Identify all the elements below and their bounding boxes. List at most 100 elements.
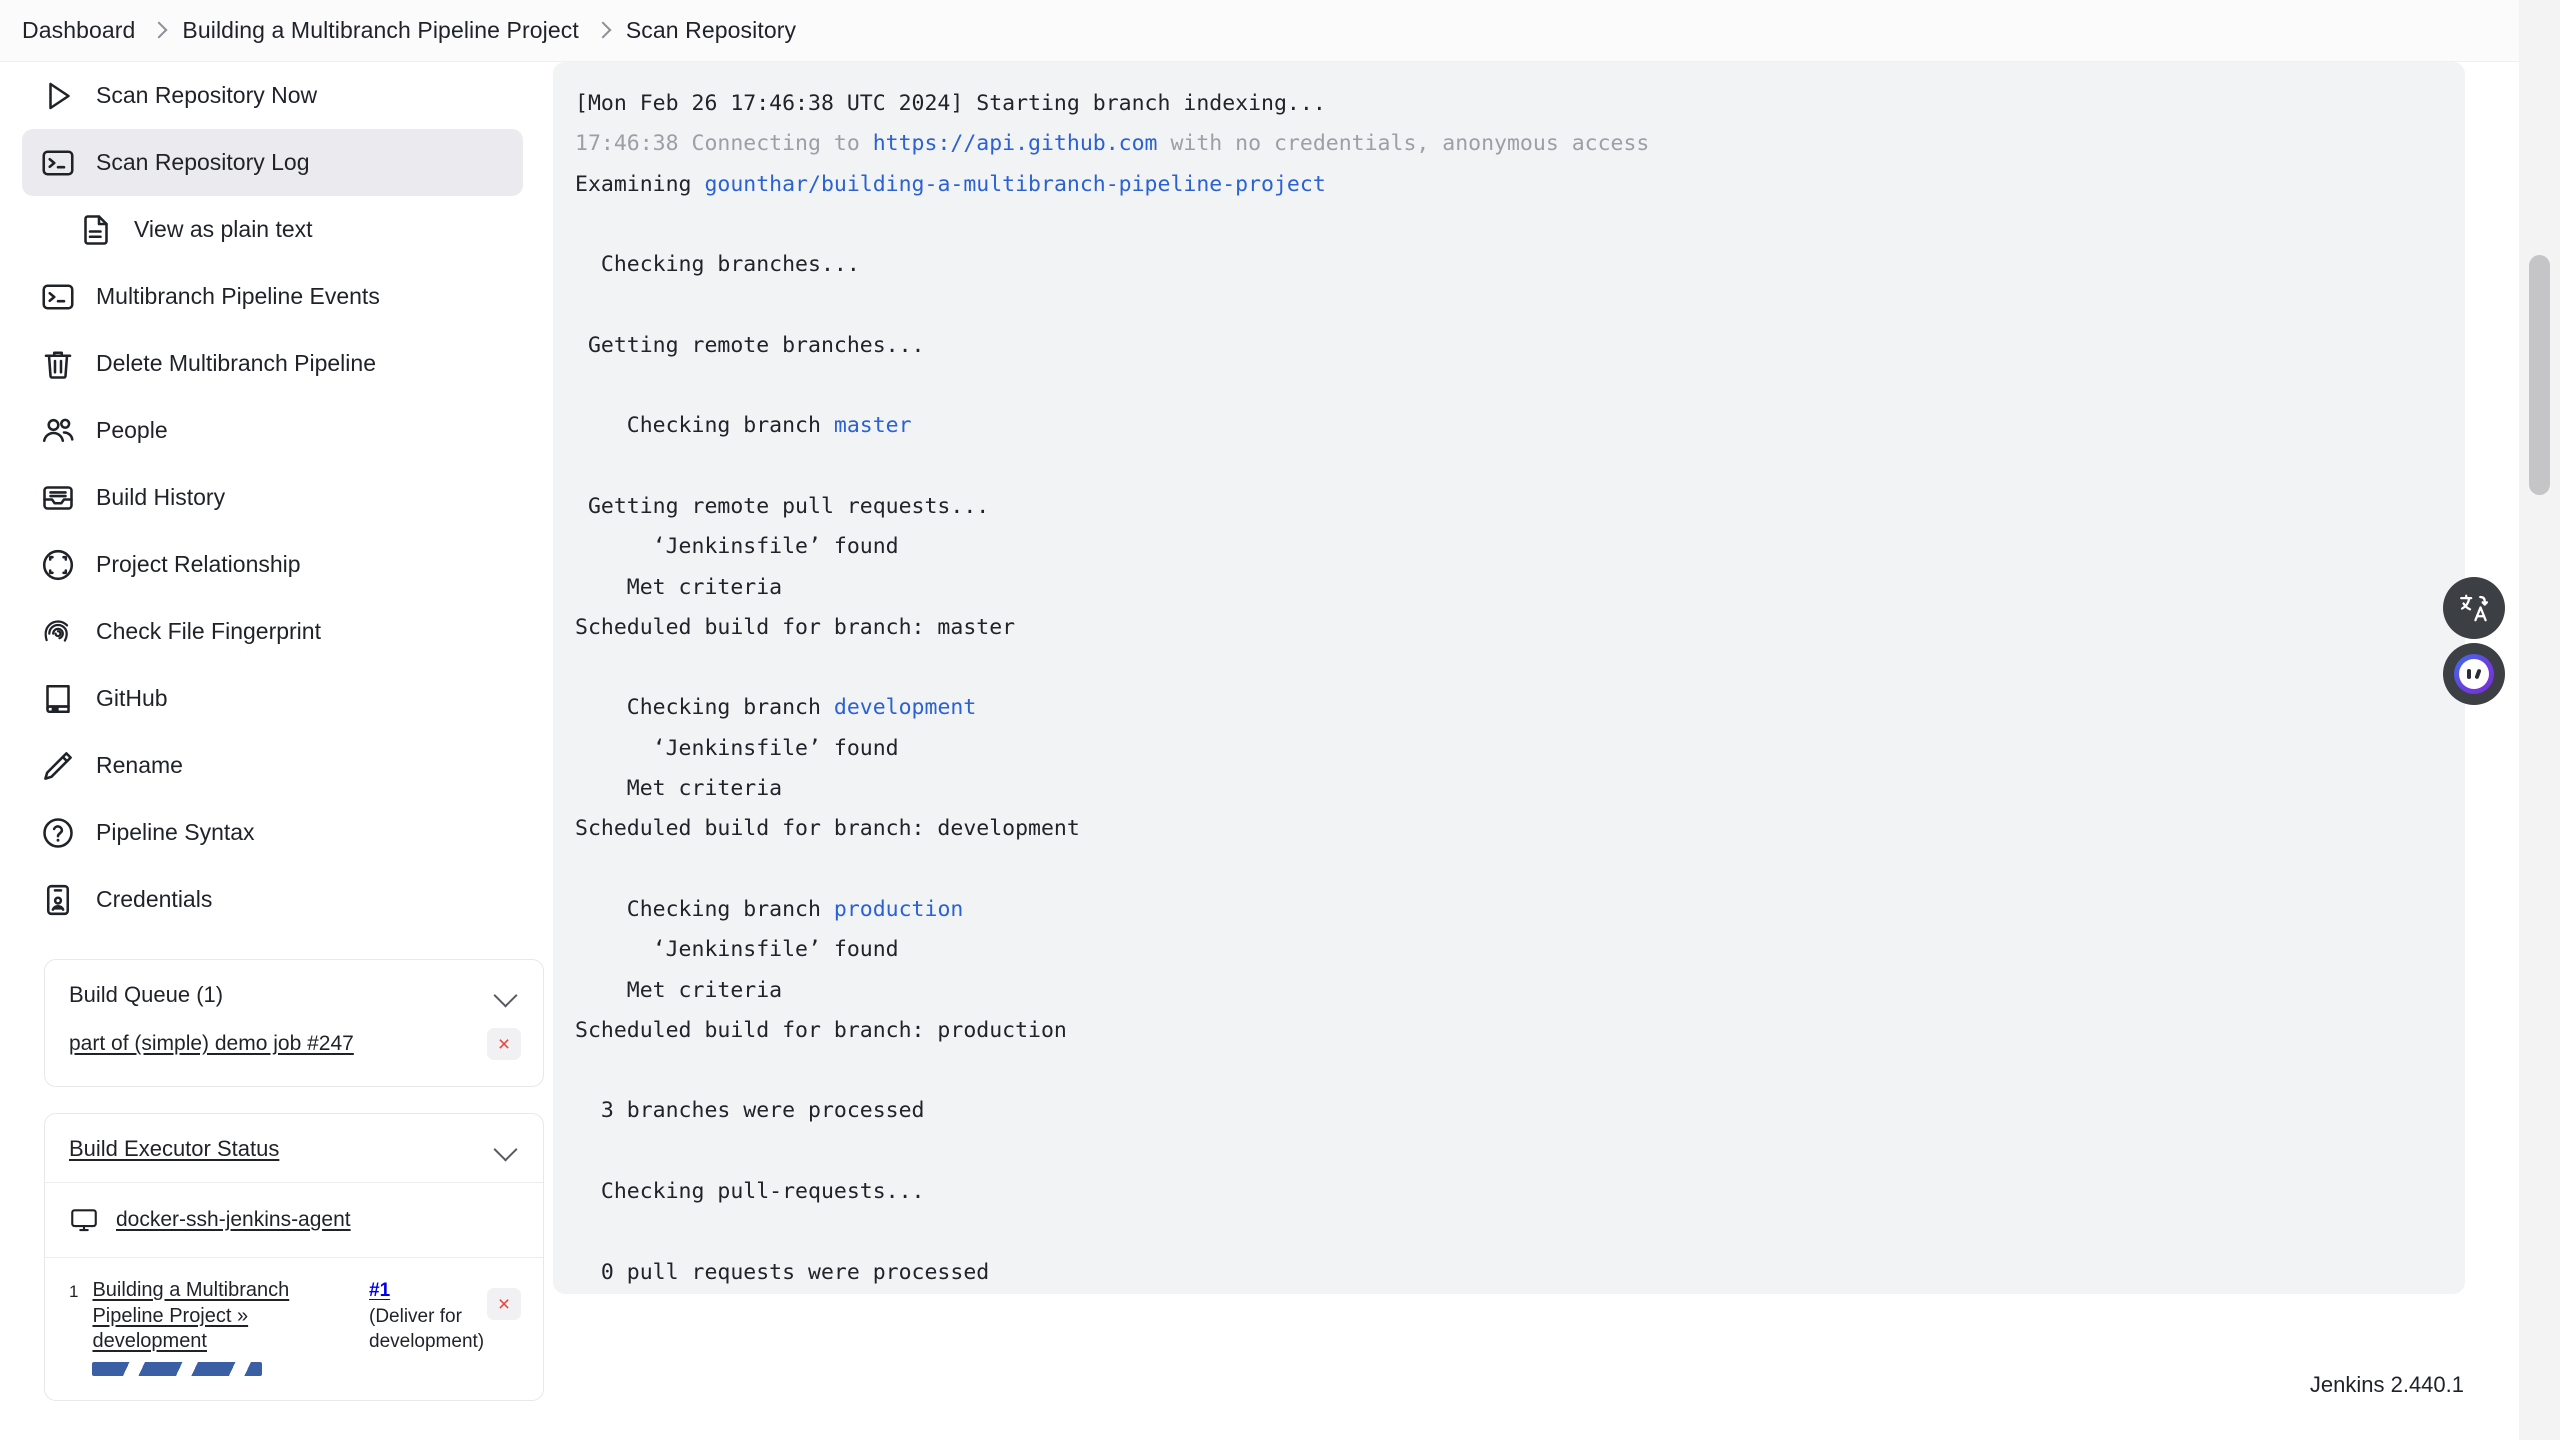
sidebar-item-label: Credentials [96,886,213,912]
console-log-line: Getting remote pull requests... [575,487,2439,527]
computer-icon [69,1205,99,1235]
build-executor-status-panel: Build Executor Status docker-ssh-jenkins… [44,1113,544,1401]
console-log-line: ‘Jenkinsfile’ found [575,729,2439,769]
console-log-line: Examining gounthar/building-a-multibranc… [575,165,2439,205]
console-log-line [575,1132,2439,1172]
console-link[interactable]: production [834,897,963,922]
id-card-icon [40,882,76,918]
sidebar-item-delete-multibranch-pipeline[interactable]: Delete Multibranch Pipeline [22,330,523,397]
executor-build-number-link[interactable]: #1 [369,1278,473,1304]
bot-icon [2454,654,2494,694]
console-text: Met criteria [575,574,783,600]
sidebar-item-pipeline-syntax[interactable]: Pipeline Syntax [22,799,523,866]
page-scrollbar[interactable] [2519,0,2560,1440]
console-text: Getting remote pull requests... [575,493,990,519]
console-log-line: Scheduled build for branch: master [575,608,2439,648]
question-circle-icon [40,815,76,851]
console-log-line: Scheduled build for branch: production [575,1011,2439,1051]
sidebar-item-label: Pipeline Syntax [96,819,255,845]
executor-node-row: docker-ssh-jenkins-agent [45,1183,543,1257]
executor-row: 1 Building a Multibranch Pipeline Projec… [45,1258,543,1400]
queue-item-link[interactable]: part of (simple) demo job #247 [69,1032,354,1056]
console-log-line: Checking branches... [575,245,2439,285]
console-link[interactable]: https://api.github.com [873,131,1158,156]
sidebar-item-scan-repository-now[interactable]: Scan Repository Now [22,62,523,129]
console-text: Scheduled build for branch: master [575,614,1016,640]
sidebar-item-github[interactable]: GitHub [22,665,523,732]
console-log-line [575,285,2439,325]
people-icon [40,413,76,449]
console-log-line: 17:46:38 Connecting to https://api.githu… [575,124,2439,164]
breadcrumb-item-scan-repository[interactable]: Scan Repository [626,17,796,44]
console-log-line: Getting remote branches... [575,326,2439,366]
console-link[interactable]: development [834,695,976,720]
console-log-line [575,1212,2439,1252]
executor-stage-label: (Deliver for development) [369,1305,485,1353]
build-progress-bar [92,1361,263,1376]
sidebar-item-label: Rename [96,752,183,778]
sidebar-item-multibranch-pipeline-events[interactable]: Multibranch Pipeline Events [22,263,523,330]
console-log-line: [Mon Feb 26 17:46:38 UTC 2024] Starting … [575,84,2439,124]
breadcrumb-item-project[interactable]: Building a Multibranch Pipeline Project [182,17,578,44]
console-text: Met criteria [575,776,783,802]
sidebar-item-build-history[interactable]: Build History [22,464,523,531]
console-text: Checking pull-requests... [575,1179,925,1205]
console-log-line: Met criteria [575,769,2439,809]
console-text: Scheduled build for branch: development [575,816,1080,842]
sidebar-item-people[interactable]: People [22,397,523,464]
console-log-line: Checking branch development [575,688,2439,728]
sidebar-item-check-file-fingerprint[interactable]: Check File Fingerprint [22,598,523,665]
console-text: Connecting to [691,131,873,157]
console-log-line: ‘Jenkinsfile’ found [575,930,2439,970]
terminal-icon [40,279,76,315]
console-log-line [575,205,2439,245]
console-link[interactable]: master [834,413,912,438]
sidebar-item-label: Multibranch Pipeline Events [96,283,380,309]
console-text: ‘Jenkinsfile’ found [575,735,899,761]
console-output[interactable]: [Mon Feb 26 17:46:38 UTC 2024] Starting … [553,62,2465,1294]
console-text: Checking branch [575,896,834,922]
console-link[interactable]: gounthar/building-a-multibranch-pipeline… [704,172,1325,197]
bot-face-icon [2459,659,2489,689]
sidebar-item-label: Check File Fingerprint [96,618,321,644]
sidebar-item-rename[interactable]: Rename [22,732,523,799]
translate-icon-button[interactable] [2443,577,2505,639]
console-log-line [575,1293,2439,1294]
cancel-queue-item-button[interactable]: × [487,1028,521,1060]
build-queue-panel: Build Queue (1) part of (simple) demo jo… [44,959,544,1087]
pencil-icon [40,748,76,784]
executor-job-link[interactable]: Building a Multibranch Pipeline Project … [92,1278,350,1355]
jenkins-version-footer: Jenkins 2.440.1 [2309,1372,2464,1397]
sidebar-item-label: Scan Repository Log [96,149,310,175]
build-queue-title: Build Queue (1) [69,982,224,1007]
sidebar-item-credentials[interactable]: Credentials [22,866,523,933]
sidebar-item-label: Delete Multibranch Pipeline [96,350,376,376]
play-icon [40,78,76,114]
sidebar-item-view-as-plain-text[interactable]: View as plain text [22,196,523,263]
executor-number: 1 [69,1282,79,1301]
cancel-build-button[interactable]: × [487,1288,521,1320]
console-log-line: 0 pull requests were processed [575,1253,2439,1293]
console-log-line: Met criteria [575,568,2439,608]
build-queue-header[interactable]: Build Queue (1) [45,960,543,1028]
scrollbar-thumb[interactable] [2529,255,2550,495]
executor-node-link[interactable]: docker-ssh-jenkins-agent [116,1208,351,1232]
sidebar-item-label: GitHub [96,685,168,711]
console-text: ‘Jenkinsfile’ found [575,534,899,560]
build-executor-status-header[interactable]: Build Executor Status [45,1114,543,1182]
terminal-icon [40,145,76,181]
sidebar-item-label: View as plain text [134,216,313,242]
sidebar-item-label: People [96,417,168,443]
chevron-down-icon[interactable] [493,982,519,1008]
assistant-bot-button[interactable] [2443,643,2505,705]
console-log-line: 3 branches were processed [575,1091,2439,1131]
sidebar-item-label: Project Relationship [96,551,301,577]
sidebar-item-scan-repository-log[interactable]: Scan Repository Log [22,129,523,196]
sidebar-item-project-relationship[interactable]: Project Relationship [22,531,523,598]
chevron-right-icon [597,22,608,40]
breadcrumb-item-dashboard[interactable]: Dashboard [22,17,135,44]
build-queue-item: part of (simple) demo job #247 × [45,1028,543,1086]
chevron-down-icon[interactable] [493,1136,519,1162]
console-log-line [575,447,2439,487]
build-executor-status-title[interactable]: Build Executor Status [69,1136,279,1162]
